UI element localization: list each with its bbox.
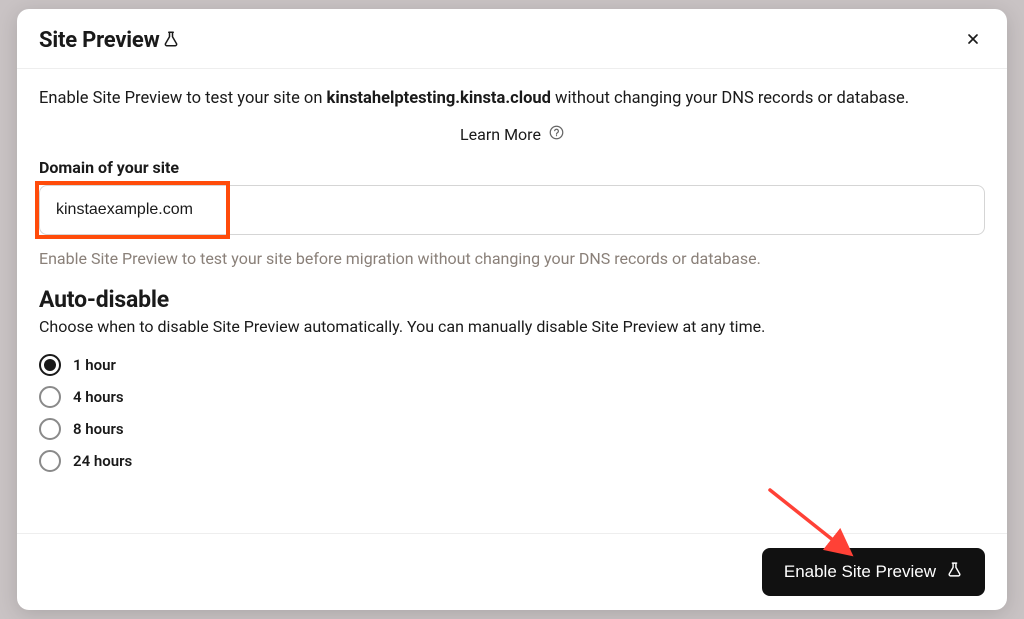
help-icon bbox=[549, 125, 564, 144]
learn-more-row: Learn More bbox=[39, 125, 985, 144]
radio-label: 1 hour bbox=[73, 356, 116, 374]
radio-option-4-hours[interactable]: 4 hours bbox=[39, 386, 985, 408]
domain-label: Domain of your site bbox=[39, 158, 985, 177]
helper-text: Enable Site Preview to test your site be… bbox=[39, 249, 985, 268]
radio-indicator bbox=[39, 354, 61, 376]
flask-icon bbox=[946, 561, 963, 583]
radio-indicator bbox=[39, 386, 61, 408]
radio-option-8-hours[interactable]: 8 hours bbox=[39, 418, 985, 440]
radio-label: 8 hours bbox=[73, 420, 124, 438]
intro-hostname: kinstahelptesting.kinsta.cloud bbox=[327, 89, 551, 108]
primary-button-label: Enable Site Preview bbox=[784, 562, 936, 582]
learn-more-link[interactable]: Learn More bbox=[460, 125, 564, 144]
enable-site-preview-button[interactable]: Enable Site Preview bbox=[762, 548, 985, 596]
flask-icon bbox=[162, 30, 180, 52]
intro-prefix: Enable Site Preview to test your site on bbox=[39, 89, 327, 108]
site-preview-modal: Site Preview Enable Site Preview to test… bbox=[17, 9, 1007, 610]
auto-disable-desc: Choose when to disable Site Preview auto… bbox=[39, 317, 985, 336]
radio-label: 4 hours bbox=[73, 388, 124, 406]
modal-body: Enable Site Preview to test your site on… bbox=[17, 69, 1007, 533]
close-button[interactable] bbox=[961, 27, 985, 54]
domain-input[interactable] bbox=[39, 185, 985, 235]
intro-suffix: without changing your DNS records or dat… bbox=[551, 89, 909, 108]
radio-indicator bbox=[39, 450, 61, 472]
auto-disable-title: Auto-disable bbox=[39, 286, 985, 313]
modal-footer: Enable Site Preview bbox=[17, 533, 1007, 610]
close-icon bbox=[965, 35, 981, 50]
radio-option-1-hour[interactable]: 1 hour bbox=[39, 354, 985, 376]
radio-indicator bbox=[39, 418, 61, 440]
radio-option-24-hours[interactable]: 24 hours bbox=[39, 450, 985, 472]
learn-more-label: Learn More bbox=[460, 125, 541, 144]
modal-title-wrap: Site Preview bbox=[39, 28, 180, 53]
intro-text: Enable Site Preview to test your site on… bbox=[39, 87, 985, 111]
domain-input-wrap bbox=[39, 185, 985, 235]
modal-header: Site Preview bbox=[17, 9, 1007, 69]
radio-label: 24 hours bbox=[73, 452, 132, 470]
modal-title: Site Preview bbox=[39, 28, 160, 53]
auto-disable-radio-group: 1 hour 4 hours 8 hours 24 hours bbox=[39, 354, 985, 472]
